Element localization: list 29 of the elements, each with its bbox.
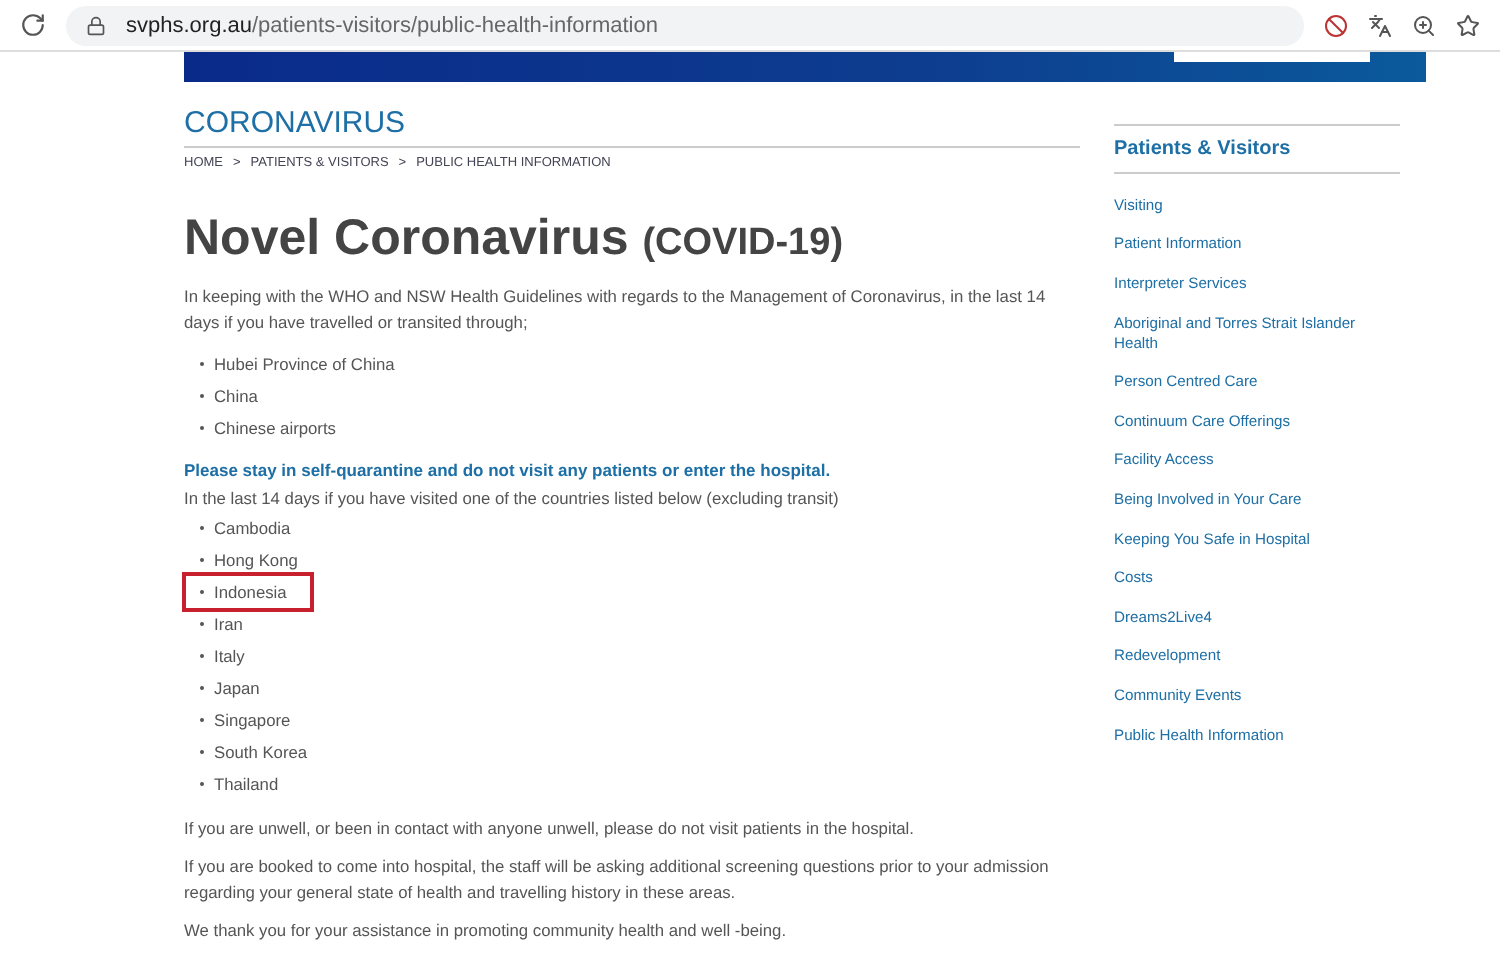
country-item: Japan	[214, 678, 260, 698]
reload-icon[interactable]	[20, 12, 46, 38]
list-item: China	[214, 386, 258, 406]
country-item: Iran	[214, 614, 243, 634]
country-item: Thailand	[214, 774, 279, 794]
country-item: Singapore	[214, 710, 291, 730]
lock-icon	[86, 15, 106, 35]
country-item: Cambodia	[214, 518, 291, 538]
list-item: Hubei Province of China	[214, 354, 395, 374]
intro-paragraph: In keeping with the WHO and NSW Health Guidelines with regards to the Management of Coronavirus, in the last 14 days if you have travelled or transited through;	[184, 284, 1048, 336]
search-field[interactable]	[1174, 52, 1370, 62]
address-bar[interactable]: svphs.org.au/patients-visitors/public-health-information	[66, 5, 1304, 45]
country-item: Indonesia	[214, 582, 287, 602]
page-heading: Novel Coronavirus (COVID-19)	[184, 210, 846, 268]
closing-paragraph: We thank you for your assistance in promoting community health and well -being.	[184, 918, 789, 944]
country-item: Italy	[214, 646, 245, 666]
sidebar-title: Patients & Visitors	[1114, 124, 1400, 174]
country-item: South Korea	[214, 742, 308, 762]
countries-intro: In the last 14 days if you have visited one of the countries listed below (excluding transit)	[184, 486, 841, 512]
section-title: CORONAVIRUS	[184, 106, 408, 144]
country-item: Hong Kong	[214, 550, 298, 570]
bookmark-star-icon[interactable]	[1456, 13, 1480, 37]
closing-paragraph: If you are unwell, or been in contact with anyone unwell, please do not visit patients in the hospital.	[184, 816, 916, 842]
translate-icon[interactable]	[1368, 13, 1392, 37]
blocked-icon[interactable]	[1324, 13, 1348, 37]
closing-paragraph: If you are booked to come into hospital, the staff will be asking additional screening questions prior to your admission regarding your general state of health and travelling history in these areas.	[184, 854, 1051, 906]
warning-text: Please stay in self-quarantine and do not visit any patients or enter the hospital.	[184, 460, 833, 480]
list-item: Chinese airports	[214, 418, 336, 438]
zoom-icon[interactable]	[1412, 13, 1436, 37]
